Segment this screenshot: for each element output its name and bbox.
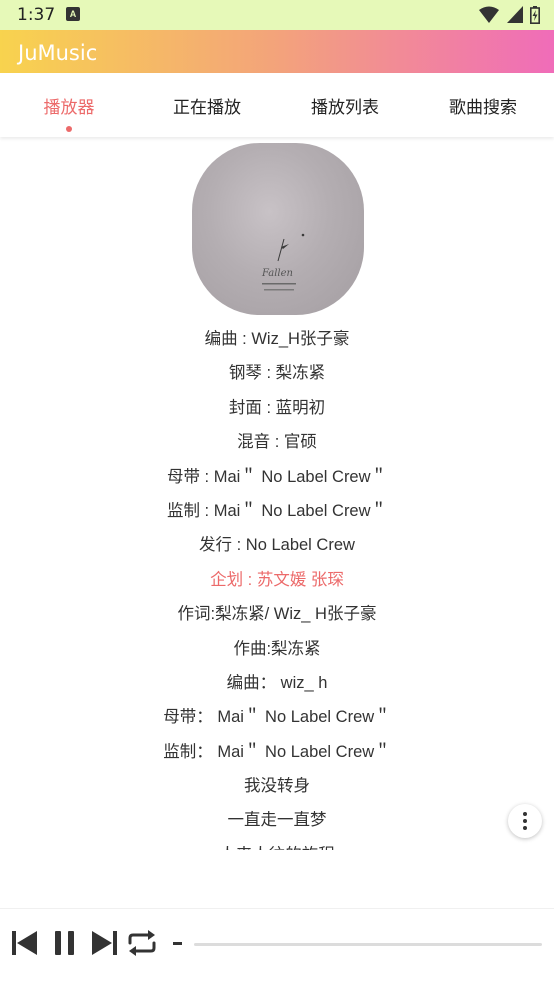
elapsed-time	[173, 942, 182, 945]
credit-line: 母带 : Mai＂ No Label Crew＂	[166, 467, 388, 486]
credit-line: 编曲： wiz_ h	[226, 673, 328, 692]
battery-icon	[530, 6, 540, 24]
player-control-bar: -	[0, 908, 554, 984]
tab-song-search[interactable]: 歌曲搜索	[414, 73, 552, 137]
tab-bar: 播放器 正在播放 播放列表 歌曲搜索	[0, 73, 554, 137]
album-art-title: Fallen	[261, 268, 293, 279]
album-art-illustration: Fallen	[261, 233, 305, 291]
credit-line: 封面 : 蓝明初	[228, 398, 326, 417]
pause-icon	[55, 931, 61, 955]
credit-line: 人来人往的旅程	[0, 838, 554, 850]
credit-line: 作词:梨冻紧/ Wiz_ H张子豪	[177, 605, 377, 624]
credit-line: 监制 : Mai＂ No Label Crew＂	[166, 501, 388, 520]
credit-line-current: 企划 : 苏文媛 张琛	[210, 570, 344, 589]
credit-line: 监制： Mai＂ No Label Crew＂	[163, 742, 391, 761]
more-options-button[interactable]	[508, 804, 542, 838]
skip-previous-button[interactable]	[12, 929, 38, 957]
skip-next-icon	[92, 931, 112, 955]
credit-line: 作曲:梨冻紧	[233, 639, 321, 658]
album-cover: Fallen	[192, 143, 364, 315]
skip-next-button[interactable]	[91, 929, 117, 957]
credit-line: 钢琴 : 梨冻紧	[228, 364, 326, 383]
credit-line: 母带： Mai＂ No Label Crew＂	[163, 708, 391, 727]
skip-previous-icon	[12, 931, 16, 955]
tab-now-playing[interactable]: 正在播放	[138, 73, 276, 137]
status-indicators	[476, 6, 540, 24]
pause-button[interactable]	[54, 929, 76, 957]
notification-a-icon: A	[66, 7, 80, 21]
more-vertical-icon	[523, 812, 527, 816]
seek-bar[interactable]	[194, 943, 542, 946]
repeat-button[interactable]	[126, 929, 158, 957]
credit-line: 我没转身	[244, 777, 310, 796]
signal-icon	[506, 6, 523, 23]
app-bar: JuMusic	[0, 30, 554, 73]
credit-line: 一直走一直梦	[227, 811, 327, 830]
wifi-icon	[479, 6, 500, 23]
lyrics-credits-list: 编曲 : Wiz_H张子豪 钢琴 : 梨冻紧 封面 : 蓝明初 混音 : 官硕 …	[0, 322, 554, 850]
status-bar: 1:37 A	[0, 0, 554, 30]
tab-playlist[interactable]: 播放列表	[276, 73, 414, 137]
credit-line: 发行 : No Label Crew	[199, 536, 355, 555]
status-time: 1:37	[17, 5, 56, 25]
credit-line: 混音 : 官硕	[237, 433, 317, 452]
credit-line: 编曲 : Wiz_H张子豪	[204, 330, 350, 348]
more-vertical-icon-dot	[523, 819, 527, 823]
active-tab-indicator	[66, 126, 72, 132]
more-vertical-icon-dot	[523, 826, 527, 830]
app-title: JuMusic	[18, 41, 98, 65]
